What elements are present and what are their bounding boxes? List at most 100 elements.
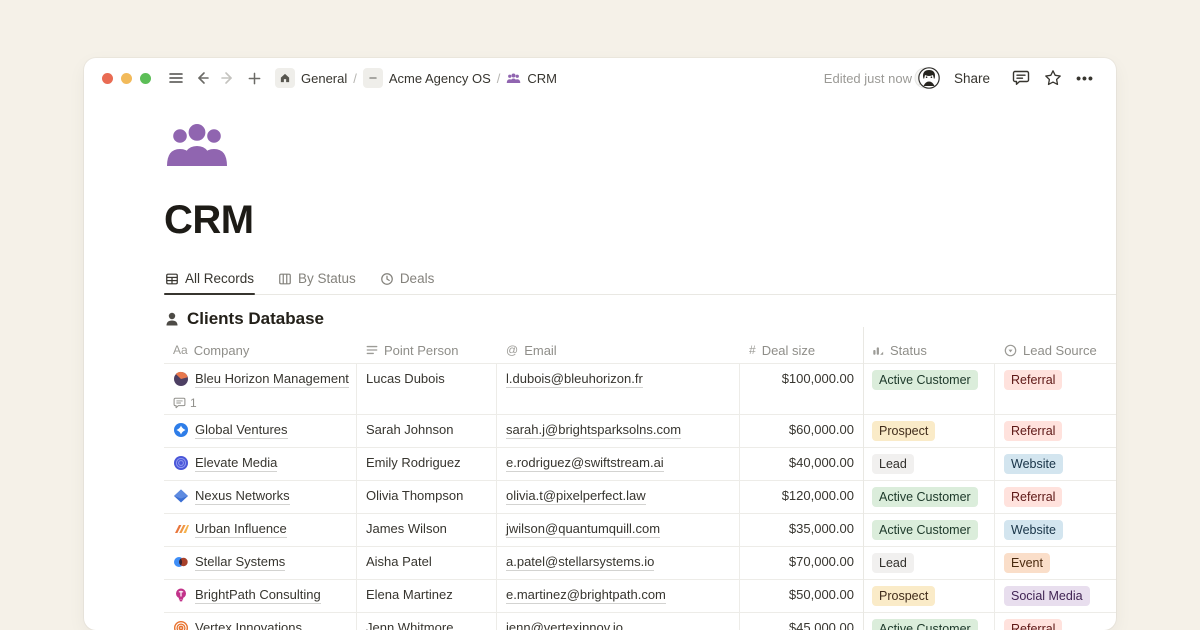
email-link[interactable]: e.martinez@brightpath.com xyxy=(506,586,666,604)
status-cell[interactable]: Active Customer xyxy=(863,613,995,630)
table-row[interactable]: Urban InfluenceJames Wilsonjwilson@quant… xyxy=(164,513,1116,546)
lead-source-cell[interactable]: Referral xyxy=(995,415,1116,447)
column-header-lead-source[interactable]: Lead Source xyxy=(995,337,1116,363)
email-link[interactable]: olivia.t@pixelperfect.law xyxy=(506,487,646,505)
company-cell[interactable]: Nexus Networks xyxy=(164,481,357,513)
point-person-cell[interactable]: Emily Rodriguez xyxy=(357,448,497,480)
email-link[interactable]: jwilson@quantumquill.com xyxy=(506,520,660,538)
status-cell[interactable]: Active Customer xyxy=(863,514,995,546)
lead-source-badge[interactable]: Event xyxy=(1004,553,1050,573)
status-badge[interactable]: Active Customer xyxy=(872,370,978,390)
status-cell[interactable]: Prospect xyxy=(863,580,995,612)
company-name-link[interactable]: Bleu Horizon Management xyxy=(195,370,349,388)
status-badge[interactable]: Lead xyxy=(872,553,914,573)
email-cell[interactable]: e.martinez@brightpath.com xyxy=(497,580,740,612)
column-divider[interactable] xyxy=(863,327,864,630)
lead-source-cell[interactable]: Referral xyxy=(995,613,1116,630)
email-cell[interactable]: sarah.j@brightsparksolns.com xyxy=(497,415,740,447)
lead-source-badge[interactable]: Social Media xyxy=(1004,586,1090,606)
email-cell[interactable]: a.patel@stellarsystems.io xyxy=(497,547,740,579)
comments-icon[interactable] xyxy=(1008,65,1034,91)
company-cell[interactable]: Stellar Systems xyxy=(164,547,357,579)
deal-size-cell[interactable]: $50,000.00 xyxy=(740,580,863,612)
company-name-link[interactable]: Nexus Networks xyxy=(195,487,290,505)
email-link[interactable]: e.rodriguez@swiftstream.ai xyxy=(506,454,664,472)
company-cell[interactable]: Bleu Horizon Management 1 xyxy=(164,364,357,414)
point-person-cell[interactable]: Olivia Thompson xyxy=(357,481,497,513)
email-cell[interactable]: e.rodriguez@swiftstream.ai xyxy=(497,448,740,480)
column-header-email[interactable]: @ Email xyxy=(497,337,740,363)
comment-count[interactable]: 1 xyxy=(173,396,349,410)
sidebar-toggle-icon[interactable] xyxy=(165,67,187,89)
company-name-link[interactable]: Global Ventures xyxy=(195,421,288,439)
column-header-company[interactable]: Aa Company xyxy=(164,337,357,363)
status-badge[interactable]: Active Customer xyxy=(872,619,978,630)
email-cell[interactable]: jwilson@quantumquill.com xyxy=(497,514,740,546)
company-cell[interactable]: Global Ventures xyxy=(164,415,357,447)
tab-deals[interactable]: Deals xyxy=(379,267,436,294)
company-name-link[interactable]: Vertex Innovations xyxy=(195,619,302,630)
deal-size-cell[interactable]: $40,000.00 xyxy=(740,448,863,480)
deal-size-cell[interactable]: $60,000.00 xyxy=(740,415,863,447)
point-person-cell[interactable]: Jenn Whitmore xyxy=(357,613,497,630)
deal-size-cell[interactable]: $35,000.00 xyxy=(740,514,863,546)
point-person-cell[interactable]: Aisha Patel xyxy=(357,547,497,579)
breadcrumb-acme-agency-os[interactable]: Acme Agency OS xyxy=(389,71,491,86)
email-link[interactable]: a.patel@stellarsystems.io xyxy=(506,553,654,571)
email-link[interactable]: sarah.j@brightsparksolns.com xyxy=(506,421,681,439)
status-cell[interactable]: Lead xyxy=(863,547,995,579)
email-cell[interactable]: jenn@vertexinnov.io xyxy=(497,613,740,630)
column-header-status[interactable]: Status xyxy=(863,337,995,363)
lead-source-badge[interactable]: Referral xyxy=(1004,487,1062,507)
table-row[interactable]: Vertex Innovations Jenn Whitmorejenn@vert… xyxy=(164,612,1116,630)
more-options-icon[interactable]: ••• xyxy=(1072,65,1098,91)
deal-size-cell[interactable]: $45,000.00 xyxy=(740,613,863,630)
lead-source-badge[interactable]: Referral xyxy=(1004,619,1062,630)
lead-source-badge[interactable]: Referral xyxy=(1004,370,1062,390)
table-row[interactable]: Bleu Horizon Management 1 Lucas Dubois l.du… xyxy=(164,363,1116,414)
company-cell[interactable]: Elevate Media xyxy=(164,448,357,480)
deal-size-cell[interactable]: $70,000.00 xyxy=(740,547,863,579)
company-name-link[interactable]: Stellar Systems xyxy=(195,553,285,571)
share-button[interactable]: Share xyxy=(954,71,990,86)
table-row[interactable]: Global VenturesSarah Johnsonsarah.j@brig… xyxy=(164,414,1116,447)
deal-size-cell[interactable]: $120,000.00 xyxy=(740,481,863,513)
email-link[interactable]: l.dubois@bleuhorizon.fr xyxy=(506,370,643,388)
status-badge[interactable]: Prospect xyxy=(872,421,935,441)
email-cell[interactable]: l.dubois@bleuhorizon.fr xyxy=(497,364,740,414)
column-header-point-person[interactable]: Point Person xyxy=(357,337,497,363)
email-cell[interactable]: olivia.t@pixelperfect.law xyxy=(497,481,740,513)
lead-source-badge[interactable]: Website xyxy=(1004,454,1063,474)
new-tab-icon[interactable] xyxy=(243,67,265,89)
status-cell[interactable]: Active Customer xyxy=(863,364,995,414)
lead-source-cell[interactable]: Referral xyxy=(995,481,1116,513)
table-row[interactable]: BrightPath ConsultingElena Martinez e.mar… xyxy=(164,579,1116,612)
company-cell[interactable]: BrightPath Consulting xyxy=(164,580,357,612)
lead-source-badge[interactable]: Website xyxy=(1004,520,1063,540)
point-person-cell[interactable]: James Wilson xyxy=(357,514,497,546)
company-cell[interactable]: Vertex Innovations xyxy=(164,613,357,630)
table-row[interactable]: Stellar Systems Aisha Patel a.patel@stella… xyxy=(164,546,1116,579)
dash-page-icon[interactable] xyxy=(363,68,383,88)
table-row[interactable]: Elevate MediaEmily Rodriguez e.rodriguez@… xyxy=(164,447,1116,480)
point-person-cell[interactable]: Lucas Dubois xyxy=(357,364,497,414)
lead-source-cell[interactable]: Referral xyxy=(995,364,1116,414)
lead-source-cell[interactable]: Website xyxy=(995,448,1116,480)
table-row[interactable]: Nexus Networks Olivia Thompson olivia.t@pi… xyxy=(164,480,1116,513)
status-cell[interactable]: Active Customer xyxy=(863,481,995,513)
tab-all-records[interactable]: All Records xyxy=(164,267,255,294)
page-icon-people-group[interactable] xyxy=(164,122,230,168)
lead-source-cell[interactable]: Website xyxy=(995,514,1116,546)
point-person-cell[interactable]: Elena Martinez xyxy=(357,580,497,612)
breadcrumb-general[interactable]: General xyxy=(301,71,347,86)
forward-icon[interactable] xyxy=(217,67,239,89)
status-badge[interactable]: Active Customer xyxy=(872,520,978,540)
lead-source-cell[interactable]: Social Media xyxy=(995,580,1116,612)
status-badge[interactable]: Active Customer xyxy=(872,487,978,507)
status-cell[interactable]: Prospect xyxy=(863,415,995,447)
close-window-button[interactable] xyxy=(102,73,113,84)
status-badge[interactable]: Prospect xyxy=(872,586,935,606)
favorite-star-icon[interactable] xyxy=(1040,65,1066,91)
status-cell[interactable]: Lead xyxy=(863,448,995,480)
lead-source-cell[interactable]: Event xyxy=(995,547,1116,579)
